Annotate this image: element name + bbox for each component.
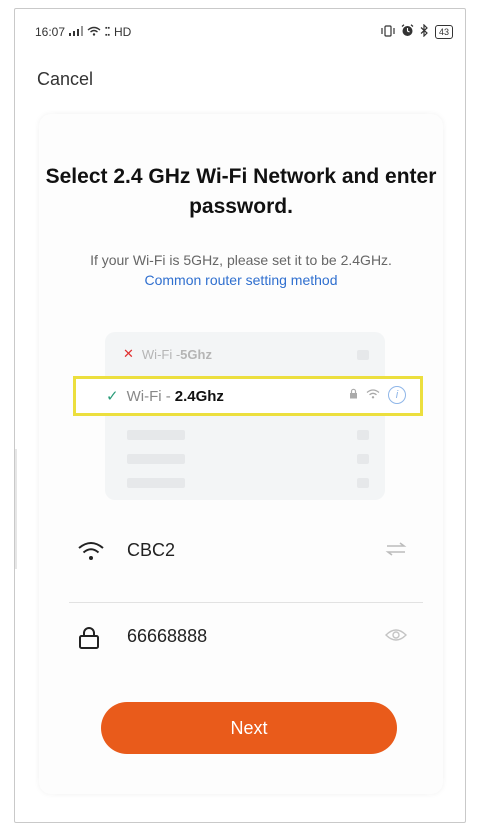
field-divider — [69, 602, 423, 603]
next-button[interactable]: Next — [101, 702, 397, 754]
network-speed-icon: ▪▪ ▪▪ — [105, 25, 110, 39]
alarm-icon — [401, 24, 414, 40]
wifi-name-field[interactable]: CBC2 — [69, 528, 419, 578]
swap-icon[interactable] — [385, 542, 407, 561]
signal-icon — [69, 25, 84, 39]
edge-decoration — [15, 449, 17, 569]
check-icon: ✓ — [106, 388, 119, 405]
placeholder-square — [357, 478, 369, 488]
lock-icon — [77, 626, 101, 655]
password-field[interactable]: 66668888 — [69, 614, 419, 664]
status-bar: 16:07 ▪▪ ▪▪ HD 43 — [15, 9, 465, 49]
wifi-24ghz-row: ✓ Wi-Fi - 2.4Ghz — [106, 387, 224, 406]
wifi-5ghz-prefix: Wi-Fi - — [141, 346, 181, 362]
router-setting-link[interactable]: Common router setting method — [145, 272, 338, 288]
setup-card: Select 2.4 GHz Wi-Fi Network and enter p… — [39, 114, 443, 794]
wifi-24ghz-highlight: ✓ Wi-Fi - 2.4Ghz i — [73, 376, 423, 416]
placeholder-square — [357, 430, 369, 440]
wifi-24ghz-icons: i — [349, 386, 406, 404]
wifi-24ghz-prefix: Wi-Fi - — [126, 387, 171, 405]
info-icon: i — [388, 386, 406, 404]
status-right: 43 — [381, 23, 453, 40]
cross-icon: ✕ — [123, 346, 134, 361]
wifi-illustration: ✕ Wi-Fi - 5Ghz — [105, 332, 385, 500]
phone-screen: 16:07 ▪▪▪▪ HD 43 Cancel Select 2.4 GHz — [14, 8, 466, 823]
wifi-5ghz-row: ✕ Wi-Fi - 5Ghz — [123, 346, 212, 362]
placeholder-square — [357, 350, 369, 360]
password-value[interactable]: 66668888 — [127, 626, 207, 647]
status-left: 16:07 ▪▪ ▪▪ HD — [35, 25, 131, 39]
wifi-name-value[interactable]: CBC2 — [127, 540, 175, 561]
wifi-status-icon — [87, 25, 101, 39]
battery-icon: 43 — [434, 25, 453, 39]
wifi-24ghz-band: 2.4Ghz — [174, 387, 224, 405]
cancel-button[interactable]: Cancel — [37, 69, 93, 90]
placeholder-bar — [127, 478, 185, 488]
eye-icon[interactable] — [385, 628, 407, 647]
vibrate-icon — [381, 24, 395, 40]
placeholder-square — [357, 454, 369, 464]
wifi-signal-icon — [366, 386, 380, 404]
placeholder-bar — [127, 430, 185, 440]
placeholder-bar — [127, 454, 185, 464]
lock-icon — [349, 386, 358, 404]
status-time: 16:07 — [35, 25, 66, 39]
page-title: Select 2.4 GHz Wi-Fi Network and enter p… — [45, 165, 437, 218]
network-type: HD — [114, 25, 132, 39]
subtitle-text: If your Wi-Fi is 5GHz, please set it to … — [90, 252, 392, 268]
wifi-5ghz-band: 5Ghz — [180, 346, 212, 362]
wifi-icon — [77, 540, 105, 567]
page-subtitle: If your Wi-Fi is 5GHz, please set it to … — [69, 250, 413, 290]
bluetooth-icon — [420, 23, 429, 40]
